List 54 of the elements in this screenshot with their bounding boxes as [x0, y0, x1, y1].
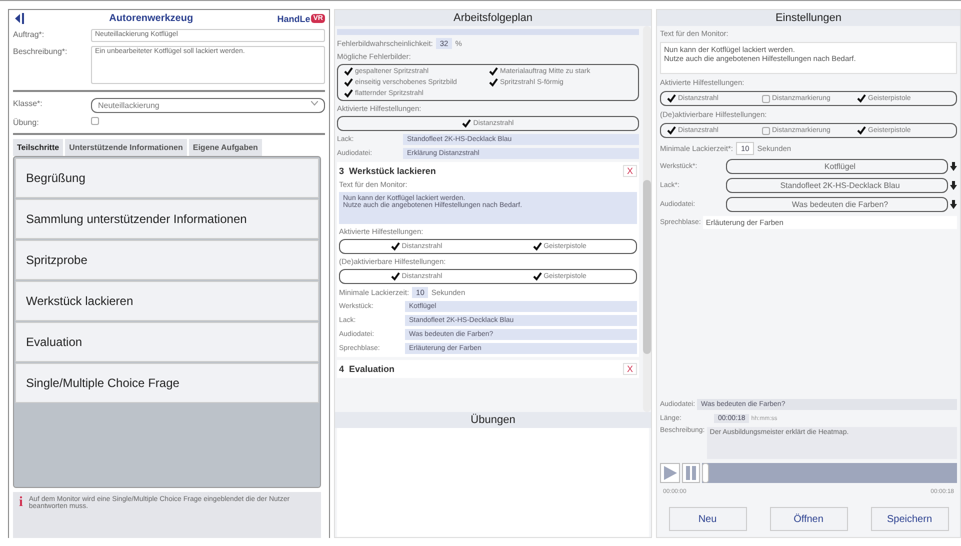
checkbox[interactable]: [344, 89, 353, 98]
step-item[interactable]: Werkstück lackieren: [15, 281, 319, 321]
panel-title: Einstellungen: [657, 10, 960, 26]
step-title: 3 Werkstück lackieren: [339, 166, 436, 176]
app-title: Autorenwerkzeug: [109, 13, 194, 24]
step-item[interactable]: Sammlung unterstützender Informationen: [15, 199, 319, 239]
close-button[interactable]: X: [622, 165, 637, 177]
step-item[interactable]: Single/Multiple Choice Frage: [15, 363, 319, 403]
checkbox[interactable]: [489, 78, 498, 87]
field-label: Auftrag*:: [13, 29, 46, 39]
checkbox[interactable]: [667, 126, 676, 135]
tab[interactable]: Teilschritte: [13, 139, 64, 156]
exit-icon[interactable]: [15, 13, 25, 24]
tab[interactable]: Unterstützende Informationen: [65, 139, 187, 156]
checkbox[interactable]: [390, 242, 400, 251]
scrollbar[interactable]: [643, 26, 651, 412]
checkbox[interactable]: [857, 126, 866, 135]
checkbox[interactable]: [532, 272, 542, 281]
download-icon: [950, 200, 957, 209]
step-item[interactable]: Begrüßung: [15, 158, 319, 198]
download-icon: [950, 162, 957, 171]
action-button[interactable]: Neu: [668, 507, 746, 531]
checkbox[interactable]: [462, 119, 472, 128]
step-title: 4 Evaluation: [339, 364, 395, 374]
checkbox[interactable]: [667, 94, 676, 103]
step-item[interactable]: Spritzprobe: [15, 240, 319, 280]
close-button[interactable]: X: [622, 363, 637, 375]
action-button[interactable]: Öffnen: [770, 507, 848, 531]
download-icon: [950, 181, 957, 190]
audio-slider[interactable]: [702, 463, 957, 483]
action-button[interactable]: Speichern: [870, 507, 948, 531]
dropdown[interactable]: Kotflügel: [726, 159, 948, 174]
field-label: Klasse*:: [13, 98, 44, 108]
field-label: Übung:: [13, 117, 40, 127]
panel-title: Übungen: [335, 412, 651, 428]
checkbox[interactable]: [390, 272, 400, 281]
checkbox[interactable]: [857, 94, 866, 103]
checkbox[interactable]: [91, 117, 99, 125]
dropdown[interactable]: Standofleet 2K-HS-Decklack Blau: [726, 178, 948, 193]
slider-thumb[interactable]: [702, 463, 709, 483]
tab[interactable]: Eigene Aufgaben: [188, 139, 262, 156]
checkbox[interactable]: [344, 78, 353, 87]
chevron-icon: [311, 101, 318, 106]
checkbox[interactable]: [762, 126, 770, 134]
checkbox[interactable]: [532, 242, 542, 251]
dropdown[interactable]: Was bedeuten die Farben?: [726, 197, 948, 212]
field-label: Beschreibung*:: [13, 46, 68, 56]
dropdown[interactable]: Neuteillackierung: [91, 98, 325, 113]
checkbox[interactable]: [344, 67, 353, 76]
checkbox[interactable]: [489, 67, 498, 76]
checkbox[interactable]: [762, 94, 770, 102]
step-item[interactable]: Evaluation: [15, 322, 319, 362]
info-icon: i: [19, 496, 23, 534]
panel-title: Arbeitsfolgeplan: [335, 10, 651, 26]
